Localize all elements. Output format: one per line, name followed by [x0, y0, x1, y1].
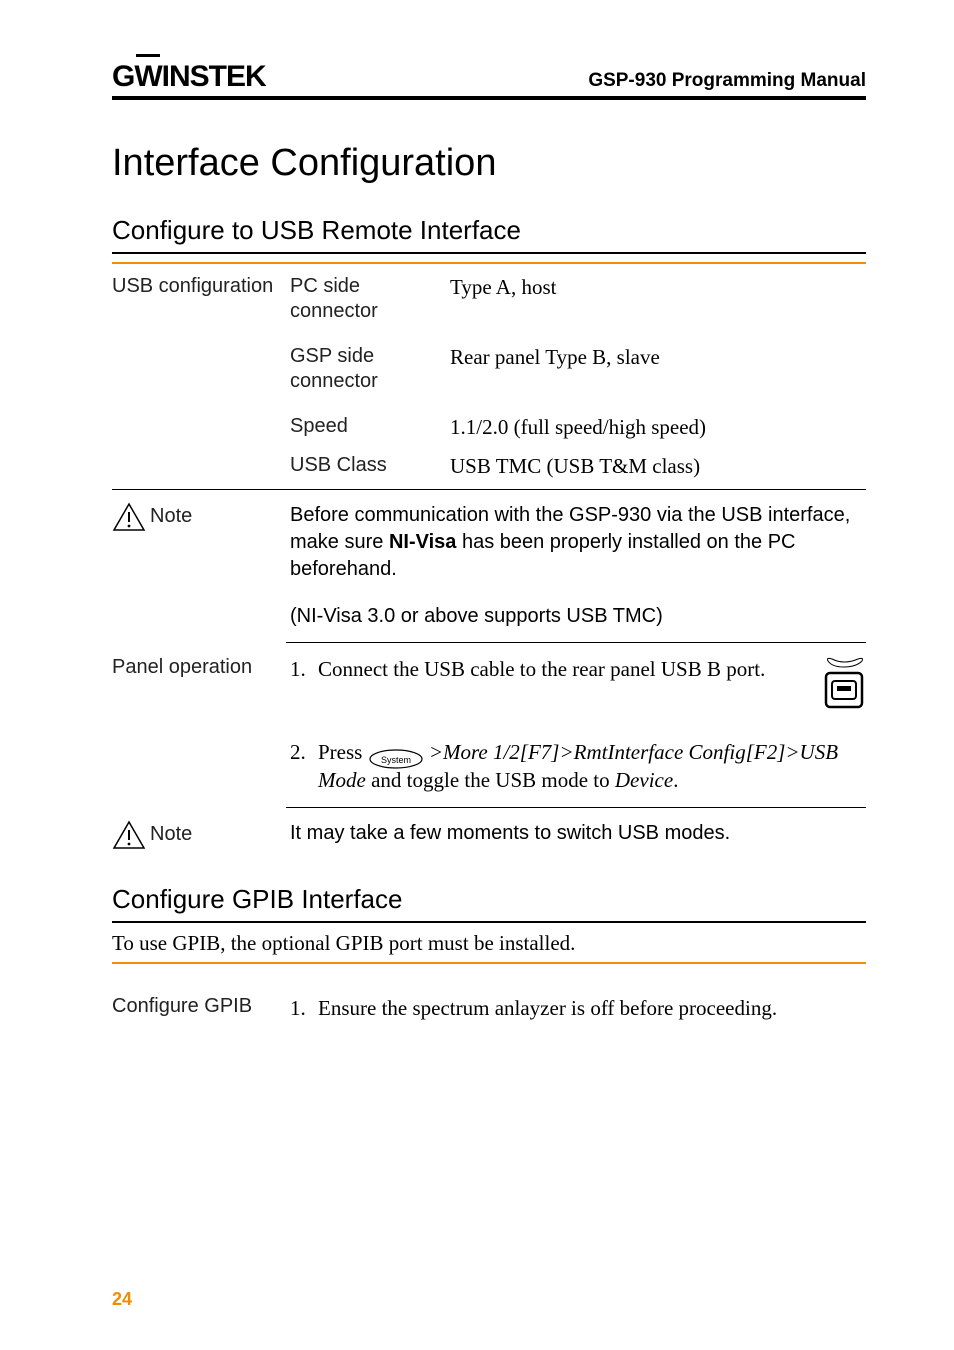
doc-title: GSP-930 Programming Manual: [588, 70, 866, 92]
step-number: 2.: [290, 738, 318, 795]
usb-row-mid: PC side connector: [290, 274, 450, 324]
note-block: Note: [112, 820, 290, 850]
step-number: 1.: [290, 655, 318, 718]
note-label: Note: [150, 823, 192, 845]
section-heading-usb: Configure to USB Remote Interface: [112, 215, 866, 254]
usb-row-val: USB TMC (USB T&M class): [450, 453, 866, 480]
step-text: Press System >More 1/2[F7]>RmtInterface …: [318, 738, 866, 795]
note-text: It may take a few moments to switch USB …: [290, 820, 866, 847]
brand-logo: GWINSTEK: [112, 60, 266, 94]
page-heading: Interface Configuration: [112, 142, 866, 185]
panel-operation-label: Panel operation: [112, 655, 290, 680]
usb-config-label: USB configuration: [112, 274, 290, 299]
note-block: Note: [112, 502, 290, 532]
svg-text:System: System: [381, 755, 411, 765]
usb-row-val: Type A, host: [450, 274, 866, 301]
system-button-icon: System: [368, 743, 424, 765]
page-number: 24: [112, 1289, 132, 1310]
usb-row-val: 1.1/2.0 (full speed/high speed): [450, 414, 866, 441]
note-text: Before communication with the GSP-930 vi…: [290, 502, 866, 630]
warning-icon: [112, 820, 146, 850]
configure-gpib-label: Configure GPIB: [112, 994, 290, 1019]
usb-port-icon: [822, 655, 866, 718]
step-text: Connect the USB cable to the rear panel …: [318, 655, 866, 718]
note-label: Note: [150, 505, 192, 527]
usb-row-val: Rear panel Type B, slave: [450, 344, 866, 371]
gpib-intro: To use GPIB, the optional GPIB port must…: [112, 931, 866, 956]
usb-row-mid: GSP side connector: [290, 344, 450, 394]
usb-row-mid: USB Class: [290, 453, 450, 478]
step-number: 1.: [290, 994, 318, 1022]
step-text: Ensure the spectrum anlayzer is off befo…: [318, 994, 866, 1022]
section-heading-gpib: Configure GPIB Interface: [112, 884, 866, 923]
usb-row-mid: Speed: [290, 414, 450, 439]
warning-icon: [112, 502, 146, 532]
